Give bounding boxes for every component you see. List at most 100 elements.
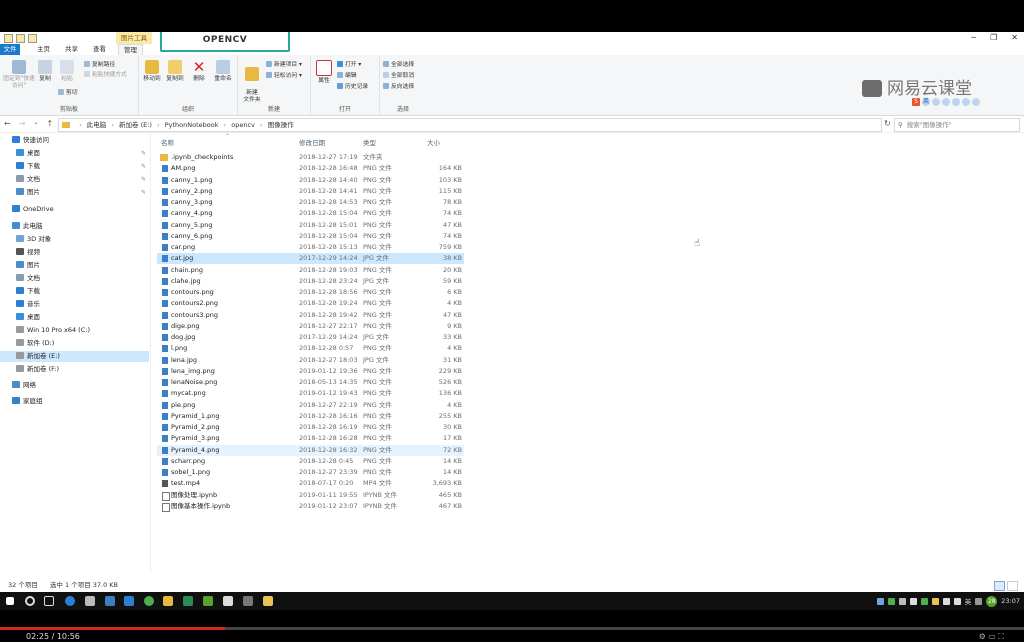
up-icon[interactable]: ↑ bbox=[46, 119, 53, 128]
breadcrumb-opencv[interactable]: opencv bbox=[231, 121, 255, 129]
skin-icon[interactable] bbox=[962, 98, 970, 106]
properties-quick-icon[interactable] bbox=[4, 34, 13, 43]
tools-icon[interactable] bbox=[972, 98, 980, 106]
app-icon[interactable] bbox=[124, 596, 134, 606]
select-all-button[interactable]: 全部选择 bbox=[383, 61, 414, 69]
file-row[interactable]: lena.jpg 2018-12-27 18:03 JPG 文件 31 KB bbox=[157, 355, 464, 366]
explorer-icon[interactable] bbox=[163, 596, 173, 606]
column-type-header[interactable]: 类型 bbox=[363, 137, 376, 147]
refresh-icon[interactable]: ↻ bbox=[884, 118, 892, 130]
file-row[interactable]: mycat.png 2019-01-12 19:43 PNG 文件 136 KB bbox=[157, 388, 464, 399]
copy-path-button[interactable]: 复制路径 bbox=[84, 61, 115, 69]
battery-icon[interactable] bbox=[909, 597, 917, 605]
history-button[interactable]: 历史记录 bbox=[337, 83, 368, 91]
wifi-icon[interactable] bbox=[942, 597, 950, 605]
close-button[interactable]: ✕ bbox=[1011, 32, 1018, 44]
sidebar-item[interactable]: 下载 ✎ bbox=[0, 161, 149, 172]
sidebar-item[interactable]: Win 10 Pro x64 (C:) bbox=[0, 325, 149, 336]
properties-button[interactable]: 属性 bbox=[313, 60, 335, 85]
notification-icon[interactable] bbox=[931, 597, 939, 605]
breadcrumb-drive-e[interactable]: 新加卷 (E:) bbox=[119, 121, 152, 129]
file-row[interactable]: Pyramid_2.png 2018-12-28 16:19 PNG 文件 30 KB bbox=[157, 422, 464, 433]
new-folder-button[interactable]: 新建 文件夹 bbox=[240, 60, 264, 104]
chevron-right-icon[interactable]: › bbox=[157, 121, 160, 129]
sidebar-item[interactable]: 家庭组 bbox=[0, 396, 149, 407]
file-row[interactable]: car.png 2018-12-28 15:13 PNG 文件 759 KB bbox=[157, 242, 464, 253]
sidebar-item[interactable]: 3D 对象 bbox=[0, 234, 149, 245]
sidebar-item[interactable]: 视频 bbox=[0, 247, 149, 258]
file-row[interactable]: canny_4.png 2018-12-28 15:04 PNG 文件 74 KB bbox=[157, 208, 464, 219]
keyboard-tray-icon[interactable] bbox=[975, 597, 983, 605]
file-row[interactable]: 图像基本操作.ipynb 2019-01-12 23:07 IPYNB 文件 467 … bbox=[157, 501, 464, 512]
sidebar-item[interactable]: 图片 bbox=[0, 260, 149, 271]
dark-app-icon[interactable] bbox=[243, 596, 253, 606]
wechat-icon[interactable] bbox=[144, 596, 154, 606]
task-view-icon[interactable] bbox=[44, 596, 54, 606]
sidebar-item[interactable]: 新加卷 (E:) bbox=[0, 351, 149, 362]
video-settings-icon[interactable]: ⚙ ▭ ⛶ bbox=[979, 632, 1004, 642]
maximize-button[interactable]: ❐ bbox=[990, 32, 997, 44]
file-row[interactable]: scharr.png 2018-12-28 0:45 PNG 文件 14 KB bbox=[157, 456, 464, 467]
file-row[interactable]: dog.jpg 2017-12-29 14:24 JPG 文件 33 KB bbox=[157, 332, 464, 343]
move-to-button[interactable]: 移动到 bbox=[141, 60, 163, 83]
file-row[interactable]: AM.png 2018-12-28 16:48 PNG 文件 164 KB bbox=[157, 163, 464, 174]
tab-share[interactable]: 共享 bbox=[60, 44, 83, 55]
file-row[interactable]: canny_3.png 2018-12-28 14:53 PNG 文件 78 KB bbox=[157, 197, 464, 208]
shield-icon[interactable] bbox=[920, 597, 928, 605]
sidebar-item[interactable]: 文档 bbox=[0, 273, 149, 284]
large-icons-view-icon[interactable] bbox=[1007, 581, 1018, 591]
sidebar-item[interactable]: OneDrive bbox=[0, 204, 149, 215]
video-progress-bar[interactable] bbox=[0, 627, 1024, 630]
back-icon[interactable]: ← bbox=[4, 119, 11, 128]
file-row[interactable]: .ipynb_checkpoints 2018-12-27 17:19 文件夹 bbox=[157, 152, 464, 163]
mail-icon[interactable] bbox=[105, 596, 115, 606]
breadcrumb-pythonnotebook[interactable]: PythonNotebook bbox=[165, 121, 219, 129]
file-row[interactable]: test.mp4 2018-07-17 0:20 MP4 文件 3,693 KB bbox=[157, 478, 464, 489]
start-windows-icon[interactable] bbox=[6, 597, 14, 605]
sidebar-item[interactable]: 网络 bbox=[0, 380, 149, 391]
file-row[interactable]: sobel_1.png 2018-12-27 23:39 PNG 文件 14 KB bbox=[157, 467, 464, 478]
search-input[interactable]: ⚲ 搜索"图像操作" bbox=[894, 118, 1020, 132]
rename-button[interactable]: 重命名 bbox=[211, 60, 235, 83]
volume-icon[interactable] bbox=[953, 597, 961, 605]
sidebar-item[interactable]: 下载 bbox=[0, 286, 149, 297]
usb-icon[interactable] bbox=[898, 597, 906, 605]
file-row[interactable]: lena_img.png 2019-01-12 19:36 PNG 文件 229 KB bbox=[157, 366, 464, 377]
file-row[interactable]: Pyramid_3.png 2018-12-28 16:28 PNG 文件 17 KB bbox=[157, 433, 464, 444]
file-row[interactable]: Pyramid_4.png 2018-12-28 16:32 PNG 文件 72 KB bbox=[157, 444, 464, 456]
paste-shortcut-button[interactable]: 粘贴快捷方式 bbox=[84, 71, 127, 79]
keyboard-icon[interactable] bbox=[952, 98, 960, 106]
file-row[interactable]: chain.png 2018-12-28 19:03 PNG 文件 20 KB bbox=[157, 265, 464, 276]
easy-access-button[interactable]: 轻松访问 ▾ bbox=[266, 72, 302, 80]
photos-icon[interactable] bbox=[223, 596, 233, 606]
file-row[interactable]: canny_2.png 2018-12-28 14:41 PNG 文件 115 KB bbox=[157, 186, 464, 197]
select-none-button[interactable]: 全部取消 bbox=[383, 72, 414, 80]
tray-app-icon[interactable] bbox=[876, 597, 884, 605]
sidebar-item[interactable]: 软件 (D:) bbox=[0, 338, 149, 349]
file-row[interactable]: Pyramid_1.png 2018-12-28 16:16 PNG 文件 255 K… bbox=[157, 411, 464, 422]
breadcrumb-current-folder[interactable]: 图像操作 bbox=[268, 121, 294, 129]
file-row[interactable]: canny_6.png 2018-12-28 15:04 PNG 文件 74 KB bbox=[157, 231, 464, 242]
file-row[interactable]: clahe.jpg 2018-12-28 23:24 JPG 文件 59 KB bbox=[157, 276, 464, 287]
search-circle-icon[interactable] bbox=[25, 596, 35, 606]
column-name-header[interactable]: 名称 bbox=[161, 137, 174, 147]
file-row[interactable]: contours2.png 2018-12-28 19:24 PNG 文件 4 KB bbox=[157, 298, 464, 309]
file-row[interactable]: contours3.png 2018-12-28 19:42 PNG 文件 47 KB bbox=[157, 310, 464, 321]
file-row[interactable]: 图像处理.ipynb 2019-01-11 19:55 IPYNB 文件 465 KB bbox=[157, 490, 464, 501]
store-icon[interactable] bbox=[85, 596, 95, 606]
tab-home[interactable]: 主页 bbox=[32, 44, 55, 55]
sogou-icon[interactable]: S bbox=[912, 98, 920, 106]
clock[interactable]: 23:07 bbox=[1001, 597, 1020, 605]
mic-icon[interactable] bbox=[942, 98, 950, 106]
chevron-right-icon[interactable]: › bbox=[224, 121, 227, 129]
new-item-button[interactable]: 新建项目 ▾ bbox=[266, 61, 302, 69]
open-button[interactable]: 打开 ▾ bbox=[337, 61, 361, 69]
tab-file[interactable]: 文件 bbox=[0, 44, 20, 55]
breadcrumb[interactable]: › 此电脑 › 新加卷 (E:) › PythonNotebook › open… bbox=[58, 118, 882, 132]
copy-to-button[interactable]: 复制到 bbox=[164, 60, 186, 83]
edit-button[interactable]: 编辑 bbox=[337, 72, 357, 80]
pin-quick-access-button[interactable]: 固定到"快速访问" bbox=[2, 60, 36, 90]
file-row[interactable]: dige.png 2018-12-27 22:17 PNG 文件 9 KB bbox=[157, 321, 464, 332]
file-row[interactable]: l.png 2018-12-28 0:57 PNG 文件 4 KB bbox=[157, 343, 464, 354]
file-row[interactable]: canny_1.png 2018-12-28 14:40 PNG 文件 103 KB bbox=[157, 175, 464, 186]
